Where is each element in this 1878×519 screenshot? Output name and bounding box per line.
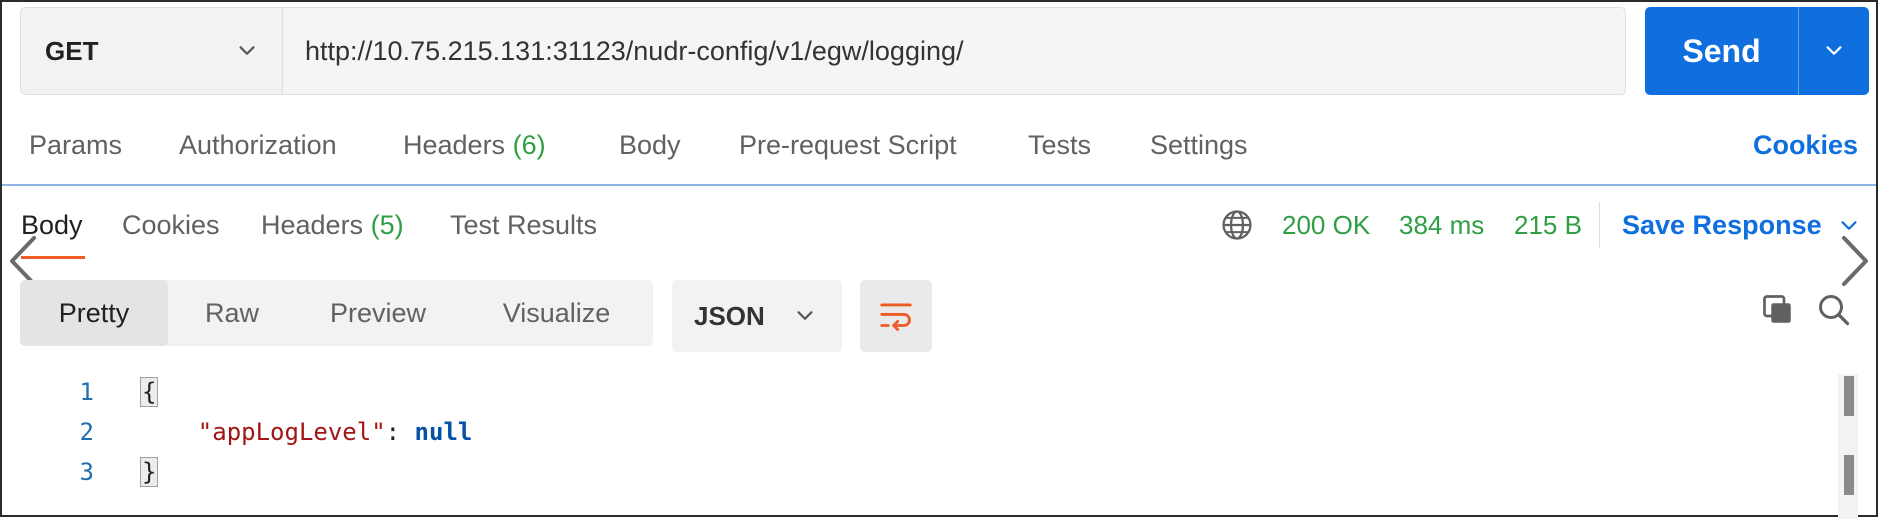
response-body-editor[interactable]: 1 { 2 "appLogLevel": null 3 } — [2, 374, 1832, 504]
response-tab-headers-label: Headers — [261, 210, 364, 240]
request-bar: GET http://10.75.215.131:31123/nudr-conf… — [20, 7, 1626, 95]
response-tab-test-results[interactable]: Test Results — [450, 210, 597, 241]
line-number: 2 — [79, 418, 94, 446]
tab-tests[interactable]: Tests — [1028, 130, 1091, 161]
json-colon: : — [385, 418, 415, 446]
response-tabs: Body Cookies Headers (5) Test Results 20… — [2, 200, 1876, 260]
send-button-group: Send — [1645, 7, 1869, 95]
url-input[interactable]: http://10.75.215.131:31123/nudr-config/v… — [283, 8, 1625, 94]
view-pretty-button[interactable]: Pretty — [20, 280, 168, 346]
globe-icon[interactable] — [1220, 208, 1254, 242]
headers-count-badge: (6) — [512, 130, 546, 160]
chevron-down-icon — [797, 311, 813, 320]
wrap-lines-icon — [880, 303, 912, 331]
json-key: "appLogLevel" — [197, 418, 386, 446]
line-number: 3 — [79, 458, 94, 486]
status-divider — [1599, 202, 1600, 248]
save-response-label: Save Response — [1622, 210, 1822, 240]
cookies-link[interactable]: Cookies — [1753, 130, 1858, 161]
line-number: 1 — [79, 378, 94, 406]
response-size[interactable]: 215 B — [1514, 210, 1582, 241]
view-preview-button[interactable]: Preview — [296, 280, 460, 346]
url-text: http://10.75.215.131:31123/nudr-config/v… — [305, 35, 964, 66]
request-tabs: Params Authorization Headers (6) Body Pr… — [2, 124, 1876, 186]
close-brace: } — [140, 457, 159, 487]
open-brace: { — [140, 377, 159, 407]
line-content: "appLogLevel": null — [140, 418, 473, 446]
tab-headers[interactable]: Headers (6) — [403, 130, 546, 161]
wrap-lines-button[interactable] — [860, 280, 932, 352]
chevron-right-icon[interactable] — [1838, 234, 1872, 288]
response-headers-count-badge: (5) — [370, 210, 404, 240]
response-tab-headers[interactable]: Headers (5) — [261, 210, 404, 241]
line-content: { — [140, 377, 159, 407]
language-label: JSON — [694, 300, 765, 331]
chevron-down-icon — [239, 46, 255, 55]
view-mode-selector: Pretty Raw Preview Visualize — [20, 280, 653, 346]
copy-icon[interactable] — [1760, 292, 1796, 328]
scrollbar-thumb[interactable] — [1844, 376, 1854, 416]
tab-headers-label: Headers — [403, 130, 506, 160]
language-select[interactable]: JSON — [672, 280, 842, 352]
tab-params[interactable]: Params — [29, 130, 122, 161]
view-visualize-button[interactable]: Visualize — [460, 280, 653, 346]
method-label: GET — [45, 35, 99, 66]
tab-authorization[interactable]: Authorization — [179, 130, 337, 161]
tab-pre-request-script[interactable]: Pre-request Script — [739, 130, 957, 161]
response-tab-cookies[interactable]: Cookies — [122, 210, 220, 241]
chevron-down-icon — [1826, 46, 1842, 55]
send-options-button[interactable] — [1799, 7, 1869, 95]
tab-body[interactable]: Body — [619, 130, 681, 161]
json-value: null — [414, 418, 473, 446]
save-response-button[interactable]: Save Response — [1622, 210, 1860, 241]
search-icon[interactable] — [1816, 292, 1852, 328]
method-select[interactable]: GET — [21, 8, 283, 94]
view-raw-button[interactable]: Raw — [168, 280, 296, 346]
tab-settings[interactable]: Settings — [1150, 130, 1248, 161]
scrollbar-thumb[interactable] — [1844, 455, 1854, 495]
send-button[interactable]: Send — [1645, 7, 1798, 95]
response-time[interactable]: 384 ms — [1399, 210, 1484, 241]
line-content: } — [140, 457, 159, 487]
status-code[interactable]: 200 OK — [1282, 210, 1370, 241]
